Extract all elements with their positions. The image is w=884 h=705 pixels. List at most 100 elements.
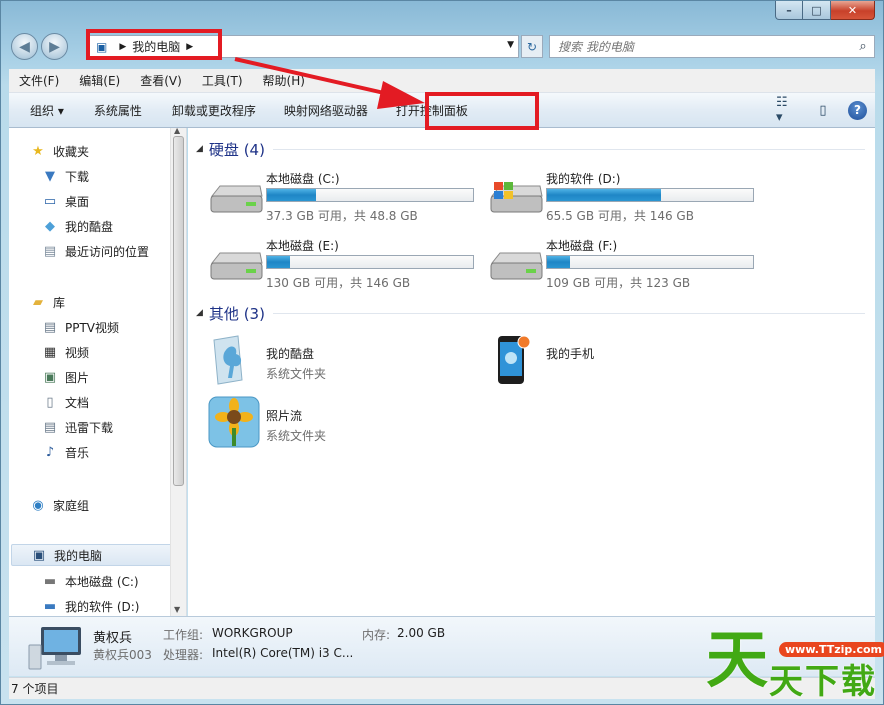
drive-name: 本地磁盘 (F:) bbox=[546, 239, 618, 253]
forward-arrow-icon: ▶ bbox=[49, 38, 60, 55]
address-dropdown-icon[interactable]: ▼ bbox=[507, 40, 514, 50]
menu-file[interactable]: 文件(F) bbox=[9, 72, 69, 89]
nav-label: 下载 bbox=[65, 169, 90, 184]
forward-button[interactable]: ▶ bbox=[41, 33, 68, 60]
desktop-icon: ▭ bbox=[43, 193, 57, 209]
drive-tile[interactable]: 本地磁盘 (E:) 130 GB 可用，共 146 GB bbox=[208, 235, 478, 291]
help-icon[interactable]: ? bbox=[848, 100, 867, 120]
highlight-address-box bbox=[86, 29, 222, 60]
nav-scroll-thumb[interactable] bbox=[173, 136, 184, 486]
homegroup-icon: ◉ bbox=[32, 497, 44, 513]
nav-label: 本地磁盘 (C:) bbox=[65, 574, 139, 589]
nav-libraries[interactable]: ▰ 库 bbox=[29, 291, 65, 313]
nav-label: 库 bbox=[53, 295, 66, 310]
menu-edit[interactable]: 编辑(E) bbox=[69, 72, 130, 89]
search-box[interactable]: ⌕ bbox=[549, 35, 875, 58]
refresh-button[interactable]: ↻ bbox=[521, 35, 543, 58]
watermark-url: www.TTzip.com bbox=[779, 642, 884, 657]
menu-bar: 文件(F) 编辑(E) 查看(V) 工具(T) 帮助(H) bbox=[9, 69, 875, 93]
item-type: 系统文件夹 bbox=[266, 429, 327, 443]
nav-recent[interactable]: ▤ 最近访问的位置 bbox=[41, 240, 149, 262]
nav-label: 我的酷盘 bbox=[65, 219, 114, 234]
scroll-up-icon[interactable]: ▲ bbox=[174, 128, 180, 135]
item-name: 我的手机 bbox=[546, 347, 595, 361]
drive-name: 本地磁盘 (E:) bbox=[266, 239, 339, 253]
recent-places-icon: ▤ bbox=[43, 243, 57, 259]
nav-label: PPTV视频 bbox=[65, 320, 120, 335]
drive-tile[interactable]: 我的软件 (D:) 65.5 GB 可用，共 146 GB bbox=[488, 168, 758, 224]
nav-label: 文档 bbox=[65, 395, 90, 410]
star-icon: ★ bbox=[32, 143, 44, 159]
nav-label: 家庭组 bbox=[53, 498, 90, 513]
memory-label: 内存: bbox=[362, 628, 391, 642]
minimize-button[interactable]: – bbox=[775, 1, 803, 20]
collapse-triangle-icon[interactable]: ◢ bbox=[196, 144, 203, 154]
computer-name: 黄权兵 bbox=[93, 631, 133, 646]
other-item-kudisk[interactable]: 我的酷盘 系统文件夹 bbox=[208, 334, 478, 390]
cpu-label: 处理器: bbox=[163, 648, 204, 662]
music-note-icon: ♪ bbox=[45, 444, 55, 460]
nav-pictures[interactable]: ▣ 图片 bbox=[41, 366, 89, 388]
nav-label: 我的电脑 bbox=[54, 548, 103, 563]
nav-label: 收藏夹 bbox=[53, 144, 90, 159]
nav-xunlei[interactable]: ▤ 迅雷下载 bbox=[41, 416, 113, 438]
back-arrow-icon: ◀ bbox=[19, 38, 30, 55]
group-hard-disks[interactable]: ◢ 硬盘 (4) bbox=[196, 138, 865, 160]
nav-kudisk[interactable]: ◆ 我的酷盘 bbox=[41, 215, 113, 237]
nav-computer[interactable]: ▣ 我的电脑 bbox=[11, 544, 173, 566]
document-icon: ▯ bbox=[46, 394, 54, 410]
workgroup-value: WORKGROUP bbox=[212, 626, 293, 640]
group-title: 其他 (3) bbox=[208, 304, 265, 323]
nav-pptv[interactable]: ▤ PPTV视频 bbox=[41, 316, 119, 338]
explorer-window: – □ ✕ ◀ ▶ ▣ ▶ 我的电脑 ▶ ▼ ↻ ⌕ 文件(F) 编辑(E) 查… bbox=[0, 0, 884, 705]
computer-icon: ▣ bbox=[32, 547, 46, 563]
nav-documents[interactable]: ▯ 文档 bbox=[41, 391, 89, 413]
nav-downloads[interactable]: ▼ 下载 bbox=[41, 165, 89, 187]
organize-button[interactable]: 组织 ▾ bbox=[19, 102, 75, 119]
library-icon: ▤ bbox=[43, 419, 57, 435]
nav-label: 我的软件 (D:) bbox=[65, 599, 140, 614]
other-item-phone[interactable]: 我的手机 bbox=[488, 334, 758, 390]
nav-music[interactable]: ♪ 音乐 bbox=[41, 441, 89, 463]
content-pane: ◢ 硬盘 (4) 本地磁盘 (C:) 37.3 GB 可用，共 48.8 GB bbox=[188, 128, 875, 616]
search-input[interactable] bbox=[558, 39, 852, 54]
nav-label: 桌面 bbox=[65, 194, 90, 209]
scroll-down-icon[interactable]: ▼ bbox=[174, 605, 180, 614]
group-others[interactable]: ◢ 其他 (3) bbox=[196, 302, 865, 324]
nav-scrollbar[interactable]: ▲ ▼ bbox=[170, 128, 186, 616]
menu-view[interactable]: 查看(V) bbox=[130, 72, 192, 89]
nav-homegroup[interactable]: ◉ 家庭组 bbox=[29, 494, 89, 516]
system-properties-button[interactable]: 系统属性 bbox=[83, 102, 153, 119]
memory-value: 2.00 GB bbox=[397, 626, 446, 640]
nav-favorites[interactable]: ★ 收藏夹 bbox=[29, 140, 89, 162]
phone-icon bbox=[498, 335, 531, 384]
group-divider bbox=[272, 148, 865, 150]
change-view-icon[interactable]: ☷ ▾ bbox=[776, 95, 798, 125]
kudisk-icon: ◆ bbox=[45, 218, 55, 234]
drive-usage-fill bbox=[547, 189, 661, 201]
windows-drive-icon: ▬ bbox=[43, 598, 57, 614]
drive-usage-bar bbox=[266, 188, 474, 202]
drive-usage-bar bbox=[266, 255, 474, 269]
nav-drive-d[interactable]: ▬ 我的软件 (D:) bbox=[41, 595, 140, 616]
close-button[interactable]: ✕ bbox=[831, 1, 875, 20]
drive-tile[interactable]: 本地磁盘 (F:) 109 GB 可用，共 123 GB bbox=[488, 235, 758, 291]
collapse-triangle-icon[interactable]: ◢ bbox=[196, 308, 203, 318]
watermark-logo: 天 bbox=[706, 623, 769, 696]
maximize-button[interactable]: □ bbox=[803, 1, 831, 20]
nav-drive-c[interactable]: ▬ 本地磁盘 (C:) bbox=[41, 570, 139, 592]
drive-usage-bar bbox=[546, 255, 754, 269]
hard-drive-icon bbox=[210, 185, 263, 213]
nav-videos[interactable]: ▦ 视频 bbox=[41, 341, 89, 363]
photostream-sunflower-icon bbox=[208, 396, 260, 448]
other-item-photostream[interactable]: 照片流 系统文件夹 bbox=[208, 396, 478, 452]
drive-free-space: 130 GB 可用，共 146 GB bbox=[266, 276, 411, 290]
drive-usage-fill bbox=[267, 256, 290, 268]
preview-pane-icon[interactable]: ▯ bbox=[812, 99, 834, 121]
search-icon[interactable]: ⌕ bbox=[852, 39, 874, 54]
item-name: 我的酷盘 bbox=[266, 347, 315, 361]
back-button[interactable]: ◀ bbox=[11, 33, 38, 60]
nav-desktop[interactable]: ▭ 桌面 bbox=[41, 190, 89, 212]
drive-tile[interactable]: 本地磁盘 (C:) 37.3 GB 可用，共 48.8 GB bbox=[208, 168, 478, 224]
watermark-text: 天下载 bbox=[769, 662, 877, 702]
